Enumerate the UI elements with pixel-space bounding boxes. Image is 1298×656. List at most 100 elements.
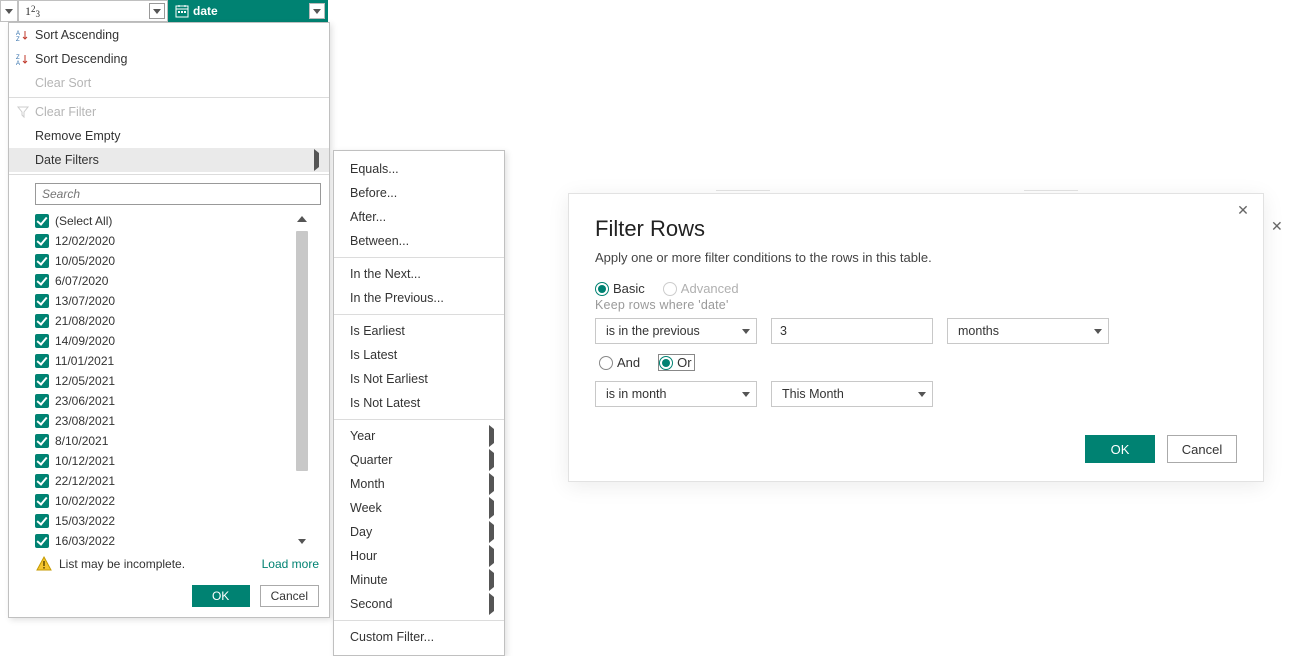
cond2-value-select[interactable]: This Month (771, 381, 933, 407)
list-item[interactable]: 12/02/2020 (35, 231, 309, 251)
cond1-value-input[interactable]: 3 (771, 318, 933, 344)
remove-empty[interactable]: Remove Empty (9, 124, 329, 148)
calendar-icon (175, 4, 189, 18)
checkbox-icon[interactable] (35, 454, 49, 468)
filter-second[interactable]: Second (334, 592, 504, 616)
filter-equals[interactable]: Equals... (334, 157, 504, 181)
checkbox-icon[interactable] (35, 334, 49, 348)
column-date-dropdown[interactable] (309, 3, 325, 19)
date-filters[interactable]: Date Filters (9, 148, 329, 172)
warning-icon (35, 555, 53, 573)
sort-asc-icon: AZ (15, 27, 31, 43)
filter-between[interactable]: Between... (334, 229, 504, 253)
filter-month[interactable]: Month (334, 472, 504, 496)
cond2-operator-select[interactable]: is in month (595, 381, 757, 407)
load-more-link[interactable]: Load more (262, 557, 319, 571)
checkbox-icon[interactable] (35, 374, 49, 388)
filter-minute[interactable]: Minute (334, 568, 504, 592)
chevron-right-icon (489, 597, 494, 611)
chevron-right-icon (489, 453, 494, 467)
filter-is-not-latest[interactable]: Is Not Latest (334, 391, 504, 415)
list-item[interactable]: 16/03/2022 (35, 531, 309, 549)
checkbox-icon[interactable] (35, 354, 49, 368)
close-icon[interactable]: ✕ (1235, 202, 1251, 218)
list-item[interactable]: 10/12/2021 (35, 451, 309, 471)
radio-selected-icon (595, 282, 609, 296)
filter-is-latest[interactable]: Is Latest (334, 343, 504, 367)
filter-hour[interactable]: Hour (334, 544, 504, 568)
sort-ascending[interactable]: AZ Sort Ascending (9, 23, 329, 47)
list-item[interactable]: 11/01/2021 (35, 351, 309, 371)
filter-custom[interactable]: Custom Filter... (334, 625, 504, 649)
filter-day[interactable]: Day (334, 520, 504, 544)
column-header-index[interactable]: 123 (18, 0, 168, 22)
and-or-selector: And Or (599, 354, 1237, 371)
scroll-down-icon[interactable] (295, 533, 309, 549)
cond1-unit-select[interactable]: months (947, 318, 1109, 344)
checkbox-icon[interactable] (35, 394, 49, 408)
select-all-row[interactable]: (Select All) (35, 211, 309, 231)
cond1-operator-select[interactable]: is in the previous (595, 318, 757, 344)
filter-value-list: (Select All) 12/02/2020 10/05/2020 6/07/… (35, 211, 323, 549)
list-item[interactable]: 23/06/2021 (35, 391, 309, 411)
list-item[interactable]: 23/08/2021 (35, 411, 309, 431)
filter-is-not-earliest[interactable]: Is Not Earliest (334, 367, 504, 391)
checkbox-icon[interactable] (35, 314, 49, 328)
filter-week[interactable]: Week (334, 496, 504, 520)
checkbox-icon[interactable] (35, 234, 49, 248)
list-item[interactable]: 8/10/2021 (35, 431, 309, 451)
checkbox-icon[interactable] (35, 494, 49, 508)
dialog-ok-button[interactable]: OK (1085, 435, 1155, 463)
filter-quarter[interactable]: Quarter (334, 448, 504, 472)
and-radio[interactable]: And (599, 355, 640, 370)
checkbox-icon[interactable] (35, 414, 49, 428)
checkbox-icon[interactable] (35, 254, 49, 268)
clear-filter: Clear Filter (9, 100, 329, 124)
filter-after[interactable]: After... (334, 205, 504, 229)
ok-button[interactable]: OK (192, 585, 250, 607)
checkbox-icon[interactable] (35, 474, 49, 488)
list-item[interactable]: 22/12/2021 (35, 471, 309, 491)
list-item[interactable]: 10/02/2022 (35, 491, 309, 511)
list-item[interactable]: 12/05/2021 (35, 371, 309, 391)
pane-close-icon[interactable]: ✕ (1271, 218, 1283, 235)
funnel-icon (15, 104, 31, 120)
checkbox-icon[interactable] (35, 214, 49, 228)
basic-radio[interactable]: Basic (595, 281, 645, 296)
keep-rows-label: Keep rows where 'date' (595, 298, 1237, 312)
cancel-button[interactable]: Cancel (260, 585, 319, 607)
filter-before[interactable]: Before... (334, 181, 504, 205)
chevron-right-icon (489, 501, 494, 515)
list-item[interactable]: 10/05/2020 (35, 251, 309, 271)
checkbox-icon[interactable] (35, 294, 49, 308)
checkbox-icon[interactable] (35, 534, 49, 548)
filter-year[interactable]: Year (334, 424, 504, 448)
checkbox-icon[interactable] (35, 274, 49, 288)
row-selector-header[interactable] (0, 0, 18, 22)
filter-in-next[interactable]: In the Next... (334, 262, 504, 286)
or-radio[interactable]: Or (658, 354, 694, 371)
chevron-right-icon (489, 573, 494, 587)
list-item[interactable]: 21/08/2020 (35, 311, 309, 331)
column-header-date[interactable]: date (168, 0, 328, 22)
dialog-subtitle: Apply one or more filter conditions to t… (595, 250, 1237, 265)
chevron-right-icon (489, 549, 494, 563)
dialog-buttons: OK Cancel (595, 435, 1237, 463)
scrollbar[interactable] (295, 211, 309, 549)
list-item[interactable]: 6/07/2020 (35, 271, 309, 291)
search-input[interactable] (36, 185, 320, 203)
checkbox-icon[interactable] (35, 434, 49, 448)
checkbox-icon[interactable] (35, 514, 49, 528)
dialog-cancel-button[interactable]: Cancel (1167, 435, 1237, 463)
filter-search[interactable] (35, 183, 321, 205)
list-item[interactable]: 13/07/2020 (35, 291, 309, 311)
column-index-dropdown[interactable] (149, 3, 165, 19)
list-item[interactable]: 15/03/2022 (35, 511, 309, 531)
scroll-up-icon[interactable] (295, 211, 309, 227)
filter-is-earliest[interactable]: Is Earliest (334, 319, 504, 343)
radio-selected-icon (659, 356, 673, 370)
sort-descending[interactable]: ZA Sort Descending (9, 47, 329, 71)
list-item[interactable]: 14/09/2020 (35, 331, 309, 351)
scroll-thumb[interactable] (296, 231, 308, 471)
filter-in-previous[interactable]: In the Previous... (334, 286, 504, 310)
